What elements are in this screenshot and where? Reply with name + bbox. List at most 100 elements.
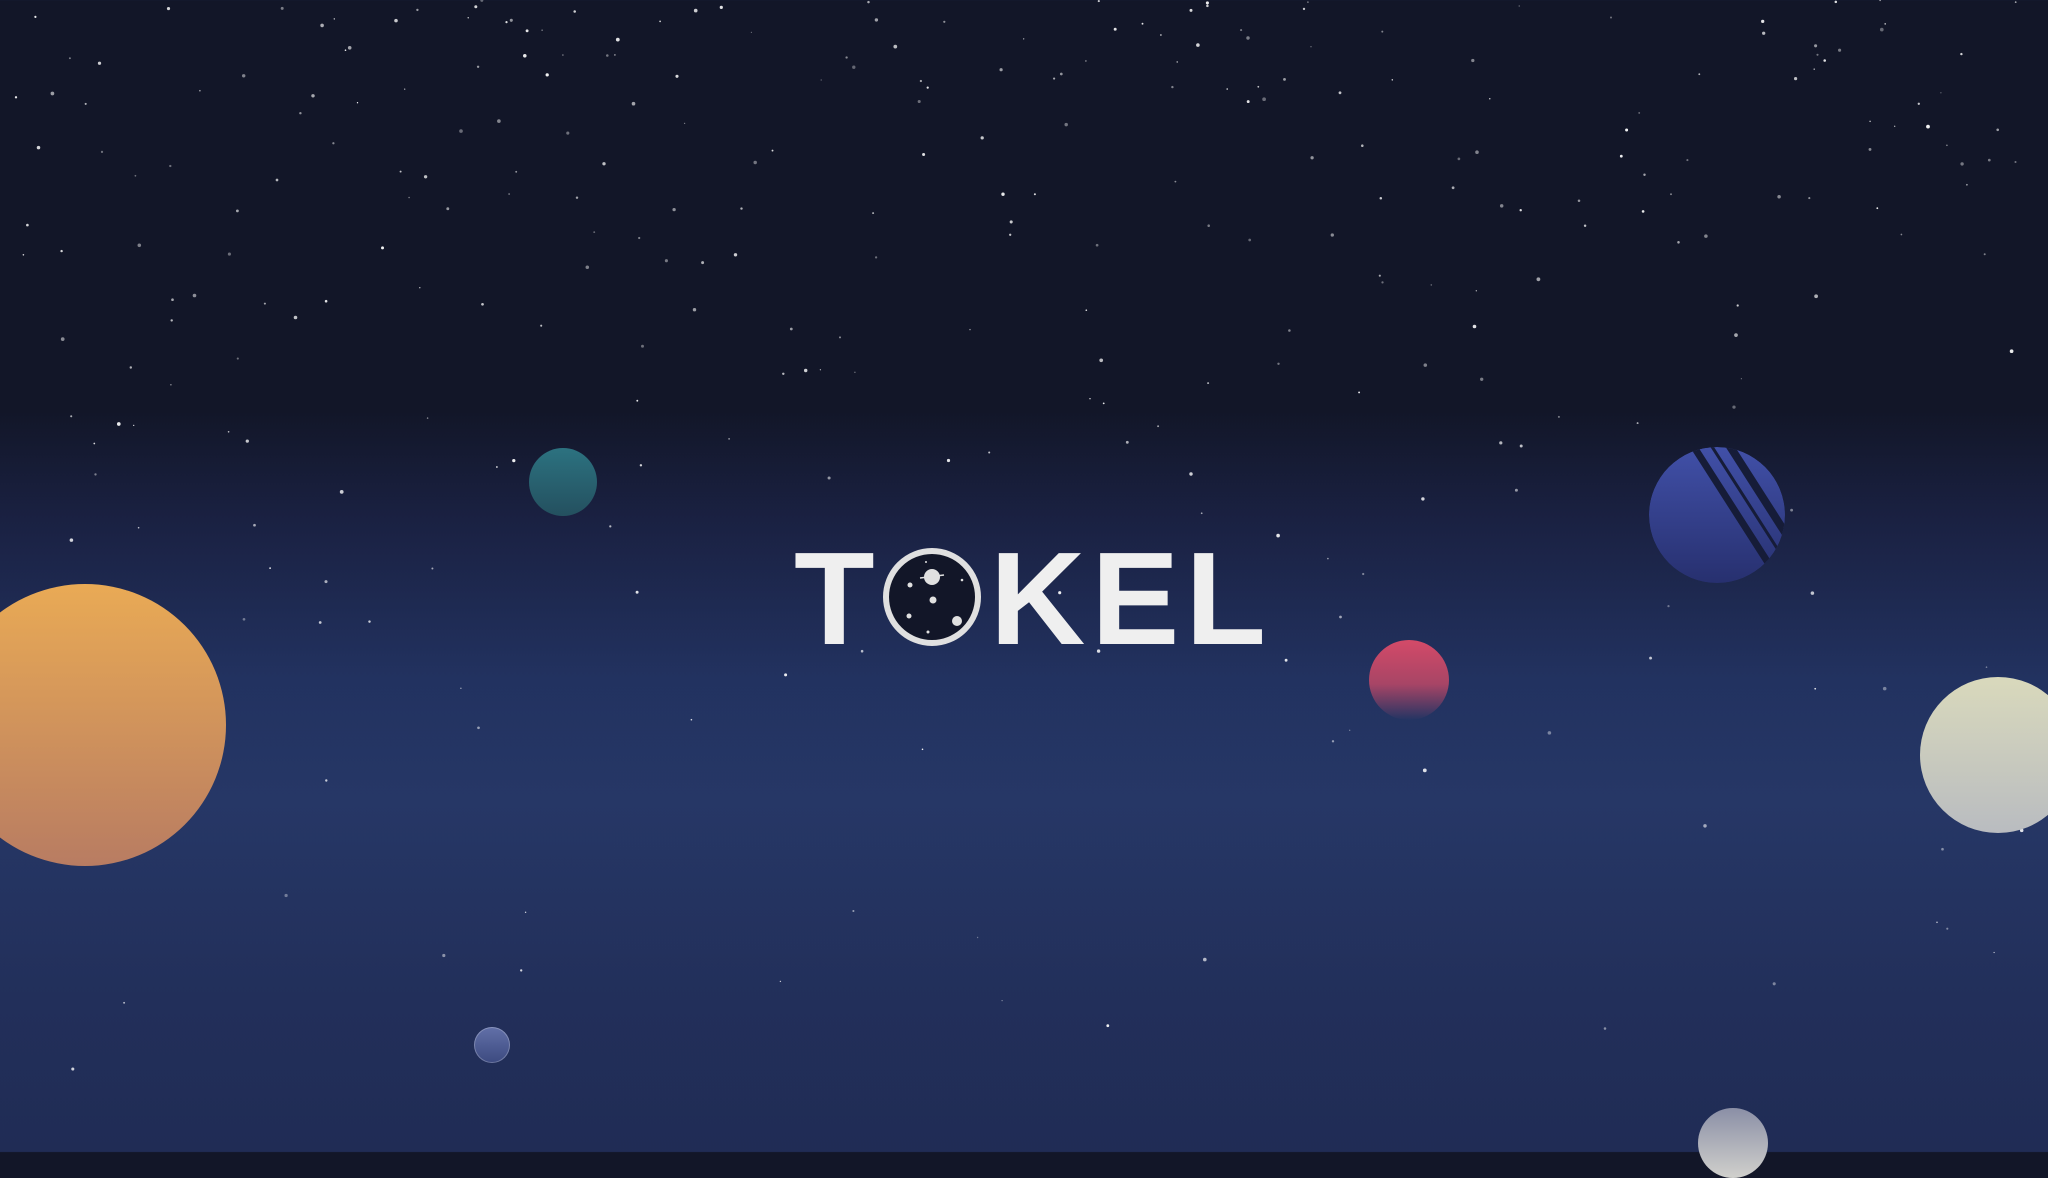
star (123, 1001, 126, 1004)
star (575, 196, 579, 199)
star (446, 207, 450, 211)
star (515, 170, 518, 173)
star (1557, 415, 1560, 418)
star (1499, 204, 1504, 208)
star (1302, 7, 1306, 11)
star (36, 145, 41, 150)
star (789, 327, 793, 331)
star (784, 673, 788, 677)
star (22, 254, 25, 256)
star (399, 170, 402, 173)
star (332, 142, 335, 145)
star (1085, 309, 1088, 312)
star (1480, 377, 1484, 381)
star (1283, 77, 1286, 81)
star (1987, 158, 1991, 162)
star (1421, 497, 1425, 501)
star (1310, 46, 1312, 48)
star (999, 68, 1003, 72)
star (1960, 162, 1964, 166)
star (874, 18, 879, 22)
planet-teal (529, 448, 597, 516)
star (1946, 144, 1948, 147)
star (1536, 277, 1541, 282)
star (474, 5, 478, 9)
star (129, 366, 133, 369)
star (1834, 0, 1838, 4)
star (97, 61, 102, 65)
star (1023, 38, 1025, 40)
star (779, 980, 782, 983)
star (467, 17, 469, 19)
star (1361, 144, 1364, 147)
star (921, 748, 924, 751)
star (235, 209, 239, 213)
star (1868, 147, 1872, 151)
star (1794, 77, 1798, 81)
star (1772, 982, 1776, 986)
star (1519, 444, 1523, 448)
star (311, 94, 315, 98)
star (71, 1067, 75, 1071)
star (1489, 98, 1491, 100)
star (1207, 224, 1210, 227)
star (1514, 488, 1518, 492)
star (170, 319, 173, 322)
star (1740, 378, 1742, 380)
star (1240, 29, 1243, 32)
star (976, 936, 979, 939)
star (1472, 324, 1477, 329)
star (917, 99, 921, 104)
star (1704, 234, 1708, 238)
star (1106, 1024, 1110, 1028)
star (34, 15, 37, 18)
star (1734, 333, 1738, 337)
star (442, 953, 446, 958)
star (1059, 72, 1063, 76)
star (333, 18, 335, 20)
star (1603, 1027, 1607, 1030)
star (497, 119, 501, 123)
star (423, 175, 428, 179)
star (1810, 591, 1815, 595)
star (524, 911, 527, 913)
star (459, 129, 463, 133)
star (874, 256, 878, 259)
star (1960, 52, 1963, 56)
star (719, 5, 723, 9)
star (2009, 349, 2014, 354)
star (1430, 284, 1433, 286)
star (263, 302, 266, 305)
star (419, 287, 421, 289)
star (1499, 441, 1503, 445)
planet-striped-blue (1649, 447, 1785, 583)
star (602, 162, 606, 166)
star (926, 86, 929, 89)
star (1277, 362, 1280, 365)
star (1926, 124, 1930, 129)
star (1331, 740, 1335, 743)
star (245, 439, 249, 443)
star (852, 909, 855, 913)
star (1667, 604, 1670, 608)
star (523, 54, 527, 58)
star (1099, 358, 1104, 363)
star (241, 74, 246, 78)
star (525, 29, 529, 33)
star (740, 207, 743, 210)
star (1310, 156, 1314, 160)
star (1097, 0, 1100, 3)
star (242, 617, 246, 621)
star (477, 726, 480, 730)
star (1649, 656, 1653, 660)
star (1643, 173, 1646, 176)
star (460, 687, 462, 689)
star (1391, 79, 1394, 81)
star (1816, 53, 1819, 56)
star (1946, 927, 1949, 930)
star (1102, 402, 1105, 405)
star (1985, 666, 1988, 668)
star (269, 567, 271, 569)
star (1619, 154, 1623, 158)
star (1876, 207, 1879, 210)
